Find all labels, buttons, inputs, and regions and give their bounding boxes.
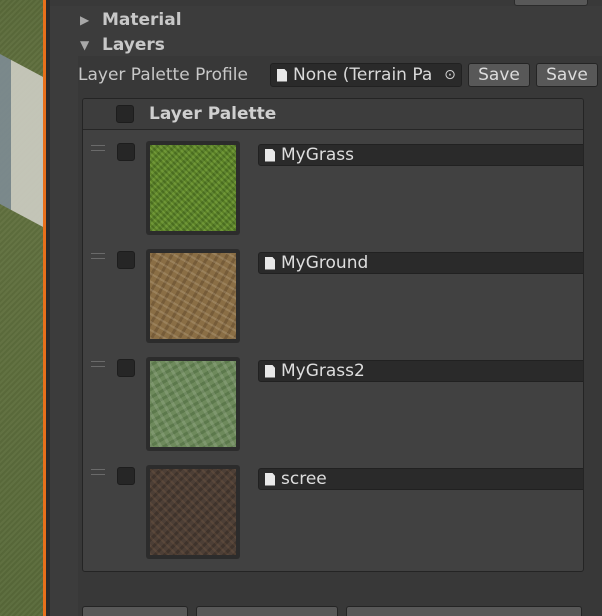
layer-palette-header: Layer Palette	[83, 99, 583, 130]
layer-row[interactable]: MyGround	[83, 243, 583, 351]
profile-value: None (Terrain Pa	[293, 65, 433, 85]
file-icon	[265, 364, 275, 378]
layer-object-field[interactable]: MyGrass	[258, 144, 583, 166]
select-all-checkbox[interactable]	[116, 105, 134, 123]
layer-object-field[interactable]: MyGround	[258, 252, 583, 274]
layer-row[interactable]: scree	[83, 459, 583, 567]
layer-thumbnail	[146, 249, 240, 343]
layer-palette-profile-field[interactable]: None (Terrain Pa ⊙	[270, 63, 462, 87]
file-icon	[265, 472, 275, 486]
layer-checkbox[interactable]	[117, 467, 135, 485]
add-layer-button[interactable]	[82, 606, 188, 616]
grass2-texture	[150, 361, 236, 447]
layer-name: MyGround	[281, 253, 369, 273]
ground-texture	[150, 253, 236, 339]
layer-checkbox[interactable]	[117, 143, 135, 161]
layer-thumbnail	[146, 141, 240, 235]
layer-row[interactable]: MyGrass2	[83, 351, 583, 459]
file-icon	[265, 148, 275, 162]
layer-checkbox[interactable]	[117, 251, 135, 269]
layer-name: scree	[281, 469, 327, 489]
file-icon	[277, 68, 287, 82]
file-icon	[265, 256, 275, 270]
expanded-arrow-icon: ▼	[80, 38, 90, 52]
collapsed-arrow-icon: ▶	[80, 13, 90, 27]
remove-selected-layers-button[interactable]	[346, 606, 582, 616]
layers-foldout[interactable]: ▼ Layers	[80, 35, 165, 55]
object-picker-icon[interactable]: ⊙	[439, 64, 461, 86]
drag-handle-icon[interactable]	[91, 253, 105, 259]
material-foldout-label: Material	[102, 10, 182, 30]
layer-name: MyGrass2	[281, 361, 365, 381]
layer-checkbox[interactable]	[117, 359, 135, 377]
layer-name: MyGrass	[281, 145, 355, 165]
editor-window: ▶ Material ▼ Layers Layer Palette Profil…	[0, 0, 602, 616]
drag-handle-icon[interactable]	[91, 145, 105, 151]
save-button[interactable]: Save	[468, 63, 530, 87]
layer-thumbnail	[146, 357, 240, 451]
layer-object-field[interactable]: MyGrass2	[258, 360, 583, 382]
layer-row[interactable]: MyGrass	[83, 135, 583, 243]
remove-layer-button[interactable]	[196, 606, 338, 616]
layers-foldout-label: Layers	[102, 35, 165, 55]
top-cutoff-button[interactable]	[514, 0, 588, 6]
material-foldout[interactable]: ▶ Material	[80, 10, 182, 30]
layer-object-field[interactable]: scree	[258, 468, 583, 490]
inspector-panel: ▶ Material ▼ Layers Layer Palette Profil…	[50, 0, 602, 616]
layer-palette-list: Layer Palette MyGrass MyGround MyGrass2 …	[82, 98, 584, 572]
scene-view[interactable]	[0, 0, 60, 616]
grass-texture	[150, 145, 236, 231]
layer-palette-profile-label: Layer Palette Profile	[78, 65, 248, 85]
drag-handle-icon[interactable]	[91, 469, 105, 475]
layer-palette-title: Layer Palette	[149, 104, 277, 124]
drag-handle-icon[interactable]	[91, 361, 105, 367]
save-as-button[interactable]: Save	[536, 63, 598, 87]
scree-texture	[150, 469, 236, 555]
layer-thumbnail	[146, 465, 240, 559]
